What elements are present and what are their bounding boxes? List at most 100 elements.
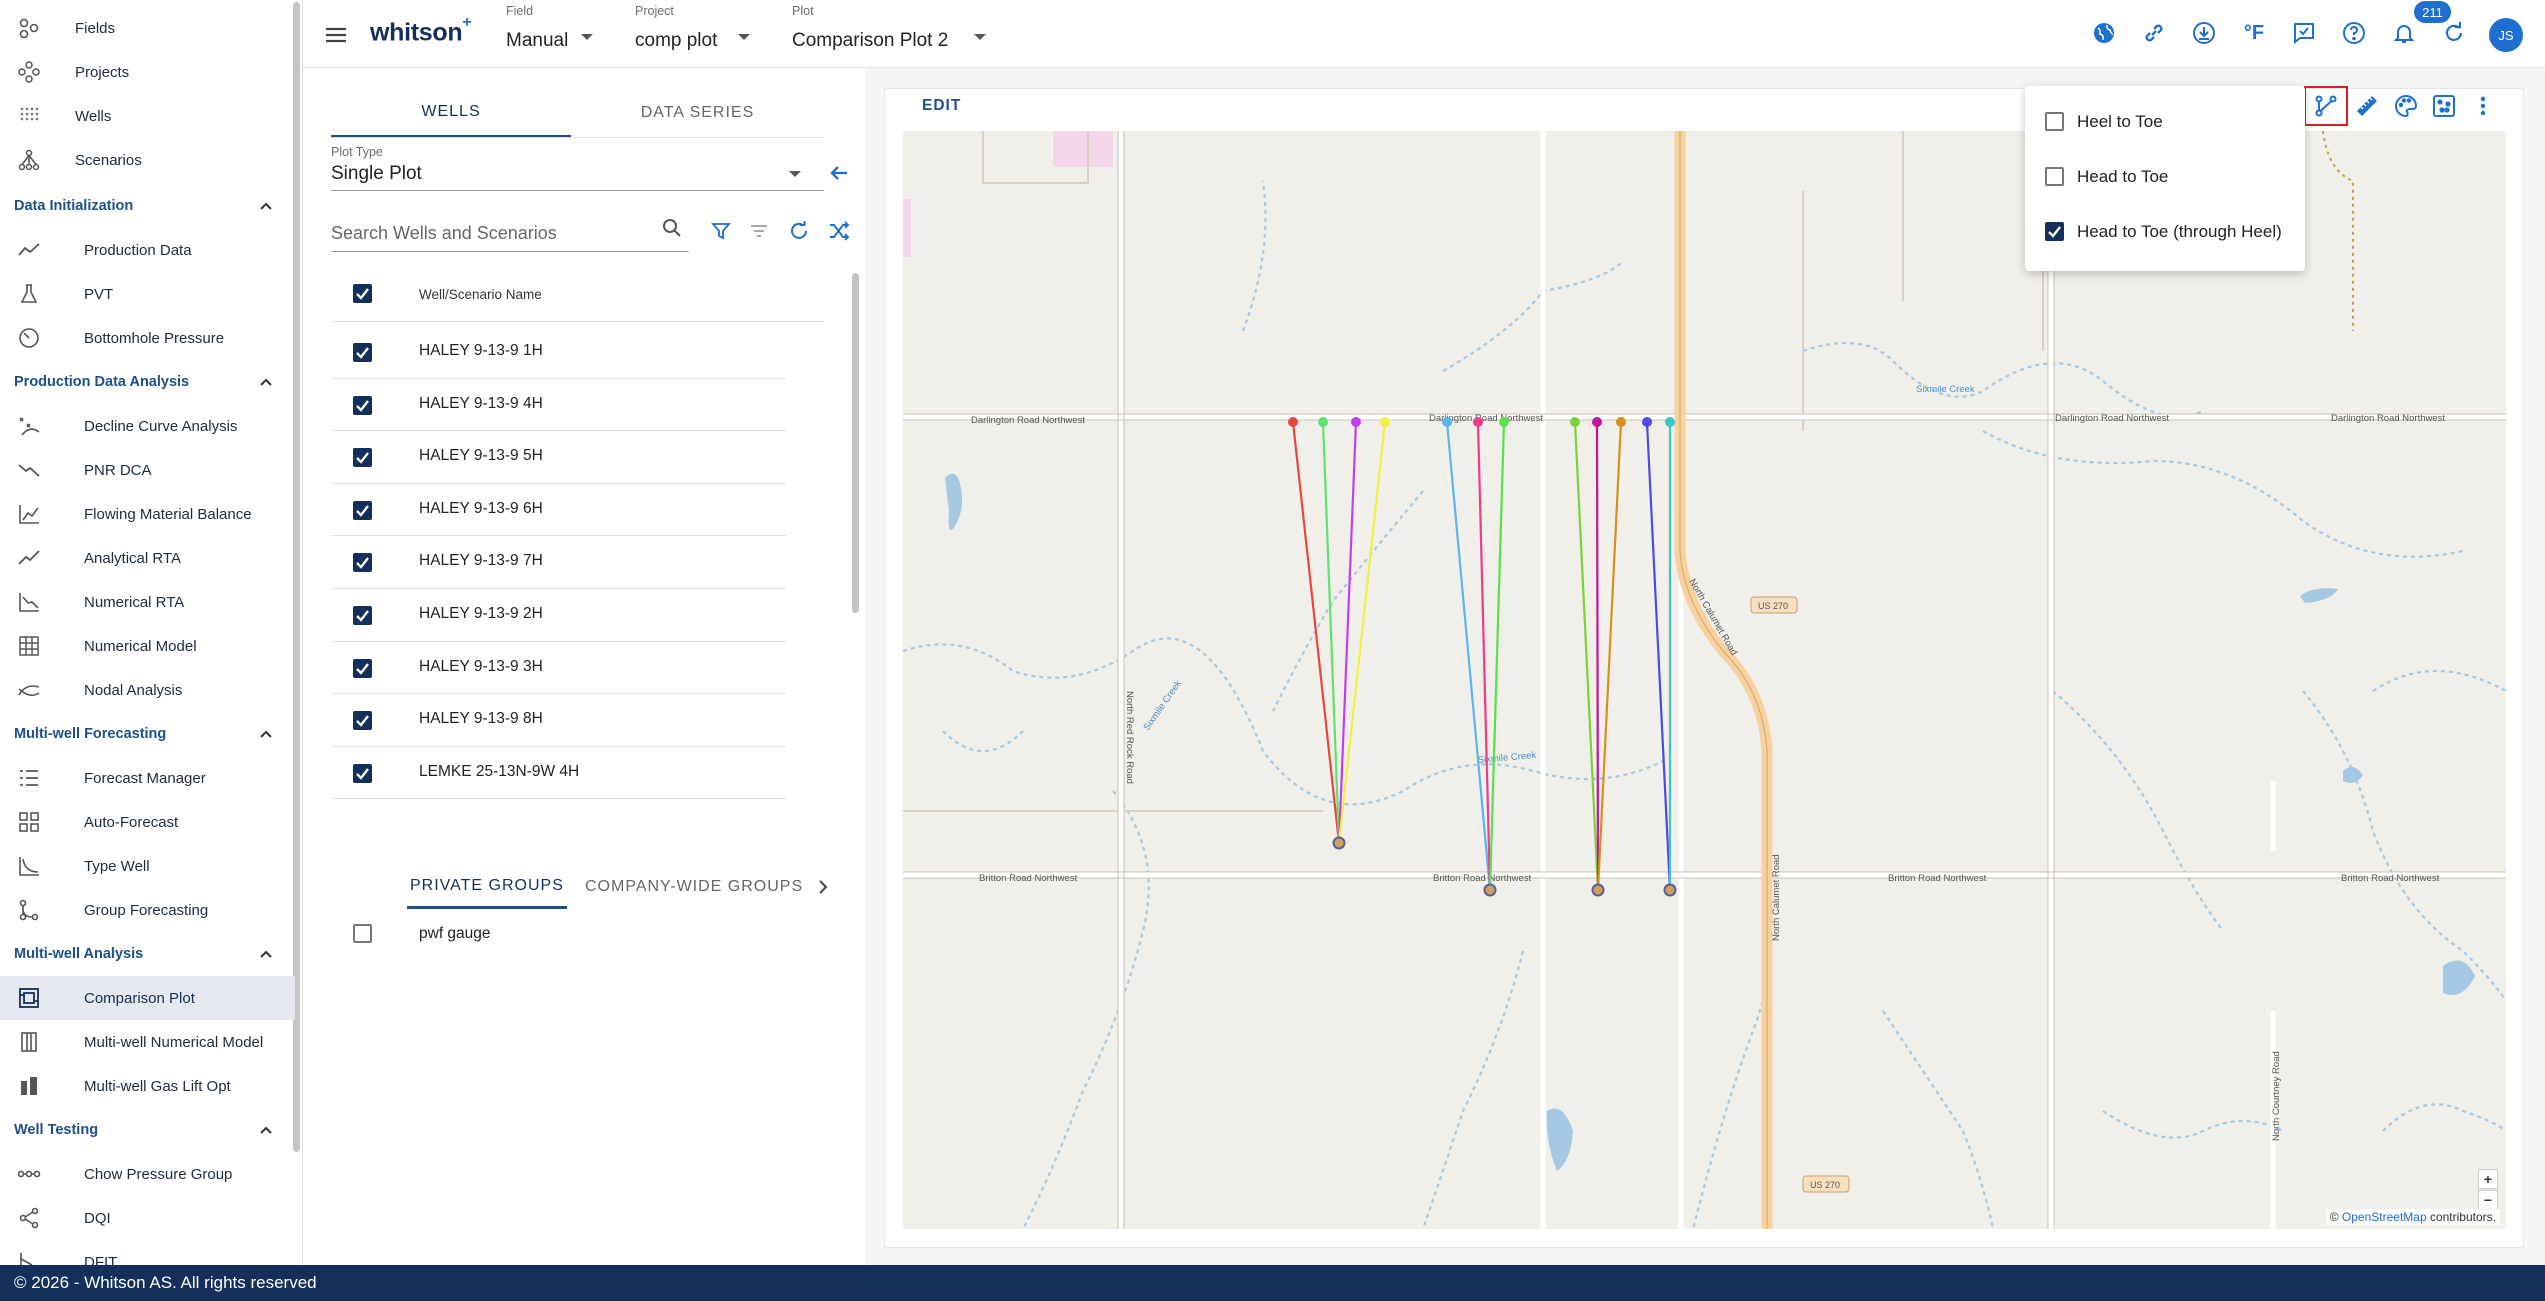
globe-icon[interactable] [2089,18,2119,48]
wells-list-scrollbar[interactable] [852,273,859,613]
map-view[interactable]: Darlington Road Northwest Darlington Roa… [903,131,2506,1229]
search-icon[interactable] [658,214,686,242]
heel-to-toe-checkbox[interactable] [2045,112,2064,131]
well-checkbox[interactable] [353,395,372,415]
openstreetmap-link[interactable]: OpenStreetMap [2342,1210,2427,1224]
temperature-unit-toggle[interactable]: °F [2239,18,2269,48]
sort-lines-icon[interactable] [745,217,773,245]
sidebar-item-pnr-dca[interactable]: PNR DCA [0,448,295,492]
tab-data-series[interactable]: DATA SERIES [571,88,824,138]
sidebar-item-dfit[interactable]: DFIT [0,1240,295,1265]
chevron-right-icon[interactable] [809,873,837,901]
project-selector[interactable]: Project comp plot [635,4,755,62]
sidebar-item-multi-well-gas-lift-opt[interactable]: Multi-well Gas Lift Opt [0,1064,295,1108]
link-icon[interactable] [2139,18,2169,48]
plot-selector[interactable]: Plot Comparison Plot 2 [792,4,992,62]
well-pad-marker[interactable] [1663,883,1677,897]
sidebar-item-scenarios[interactable]: Scenarios [0,138,295,182]
well-heel-marker[interactable] [1592,417,1602,427]
well-heel-marker[interactable] [1351,417,1361,427]
sidebar-item-chow-pressure-group[interactable]: Chow Pressure Group [0,1152,295,1196]
zoom-out-button[interactable]: − [2478,1190,2498,1210]
well-checkbox[interactable] [353,763,372,783]
app-logo[interactable]: whitson+ [370,14,472,47]
option-head-to-toe[interactable]: Head to Toe [2025,149,2305,204]
zoom-in-button[interactable]: + [2478,1169,2498,1189]
tab-company-wide-groups[interactable]: COMPANY-WIDE GROUPS [585,865,803,909]
sidebar-item-flowing-material-balance[interactable]: Flowing Material Balance [0,492,295,536]
feedback-icon[interactable] [2289,18,2319,48]
sidebar-item-projects[interactable]: Projects [0,50,295,94]
well-heel-marker[interactable] [1665,417,1675,427]
section-multi-well-forecasting[interactable]: Multi-well Forecasting [0,712,295,756]
well-heel-marker[interactable] [1380,417,1390,427]
ruler-icon[interactable] [2354,93,2380,119]
well-checkbox[interactable] [353,448,372,468]
well-path-line[interactable] [1595,421,1600,891]
well-heel-marker[interactable] [1288,417,1298,427]
refresh-icon[interactable] [2439,18,2469,48]
sidebar-item-auto-forecast[interactable]: Auto-Forecast [0,800,295,844]
sidebar-item-forecast-manager[interactable]: Forecast Manager [0,756,295,800]
sidebar-item-fields[interactable]: Fields [0,6,295,50]
well-heel-marker[interactable] [1642,417,1652,427]
sidebar-item-group-forecasting[interactable]: Group Forecasting [0,888,295,932]
help-icon[interactable] [2339,18,2369,48]
edit-button[interactable]: EDIT [922,97,961,115]
hamburger-menu-icon[interactable] [323,22,349,48]
well-heel-marker[interactable] [1318,417,1328,427]
user-avatar[interactable]: JS [2489,18,2523,52]
more-options-icon[interactable] [2470,93,2496,119]
section-production-data-analysis[interactable]: Production Data Analysis [0,360,295,404]
head-to-toe-through-heel-checkbox[interactable] [2045,222,2064,241]
scatter-points-icon[interactable] [2431,93,2457,119]
sidebar-item-numerical-model[interactable]: Numerical Model [0,624,295,668]
well-heel-marker[interactable] [1442,417,1452,427]
well-checkbox[interactable] [353,658,372,678]
sidebar-item-type-well[interactable]: Type Well [0,844,295,888]
well-checkbox[interactable] [353,500,372,520]
sidebar-item-wells[interactable]: Wells [0,94,295,138]
well-heel-marker[interactable] [1570,417,1580,427]
caret-down-icon[interactable] [789,171,801,177]
download-icon[interactable] [2189,18,2219,48]
sidebar-item-production-data[interactable]: Production Data [0,228,295,272]
well-checkbox[interactable] [353,343,372,362]
sidebar-item-nodal-analysis[interactable]: Nodal Analysis [0,668,295,712]
well-heel-marker[interactable] [1499,417,1509,427]
well-heel-marker[interactable] [1616,417,1626,427]
sidebar-item-multi-well-numerical-model[interactable]: Multi-well Numerical Model [0,1020,295,1064]
sidebar-item-comparison-plot[interactable]: Comparison Plot [0,976,295,1020]
well-heel-marker[interactable] [1473,417,1483,427]
sidebar-item-pvt[interactable]: PVT [0,272,295,316]
sidebar-item-bottomhole-pressure[interactable]: Bottomhole Pressure [0,316,295,360]
filter-icon[interactable] [707,217,735,245]
field-selector[interactable]: Field Manual [506,4,601,62]
section-data-initialization[interactable]: Data Initialization [0,184,295,228]
plot-type-select[interactable]: Single Plot [331,163,422,185]
collapse-panel-arrow-icon[interactable] [825,159,853,187]
well-pad-marker[interactable] [1332,836,1346,850]
well-pad-marker[interactable] [1483,883,1497,897]
group-checkbox[interactable] [353,924,372,943]
section-multi-well-analysis[interactable]: Multi-well Analysis [0,932,295,976]
well-pad-marker[interactable] [1591,883,1605,897]
well-checkbox[interactable] [353,553,372,573]
sidebar-item-analytical-rta[interactable]: Analytical RTA [0,536,295,580]
head-to-toe-checkbox[interactable] [2045,167,2064,186]
shuffle-icon[interactable] [825,217,853,245]
palette-icon[interactable] [2393,93,2419,119]
notifications-bell-icon[interactable] [2389,18,2419,48]
well-path-mode-button[interactable] [2304,86,2348,126]
tab-private-groups[interactable]: PRIVATE GROUPS [407,865,567,909]
sidebar-item-dqi[interactable]: DQI [0,1196,295,1240]
well-checkbox[interactable] [353,606,372,625]
section-well-testing[interactable]: Well Testing [0,1108,295,1152]
option-head-to-toe-through-heel[interactable]: Head to Toe (through Heel) [2025,204,2305,259]
tab-wells[interactable]: WELLS [331,88,571,138]
sync-icon[interactable] [785,217,813,245]
option-heel-to-toe[interactable]: Heel to Toe [2025,94,2305,149]
sidebar-item-decline-curve-analysis[interactable]: Decline Curve Analysis [0,404,295,448]
sidebar-item-numerical-rta[interactable]: Numerical RTA [0,580,295,624]
select-all-checkbox[interactable] [353,284,372,303]
